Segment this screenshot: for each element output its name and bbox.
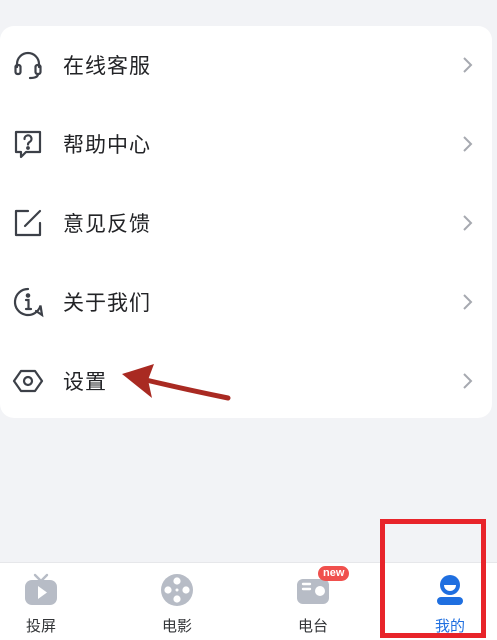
menu-item-label: 帮助中心: [63, 133, 151, 157]
annotation-arrow-icon: [122, 364, 231, 401]
menu-card: 在线客服 帮助中心 意见反馈 关于我们 设置: [0, 26, 492, 418]
radio-icon: new: [294, 566, 350, 609]
tv-cast-icon: [22, 571, 60, 609]
chevron-right-icon: [463, 136, 473, 152]
tab-cast[interactable]: 投屏: [0, 571, 91, 639]
headset-icon: [11, 48, 45, 82]
tab-movie[interactable]: 电影: [127, 571, 227, 639]
menu-item-feedback[interactable]: 意见反馈: [0, 184, 492, 262]
tab-radio[interactable]: new 电台: [263, 566, 363, 639]
tab-label: 电影: [161, 617, 192, 635]
chevron-right-icon: [463, 57, 473, 73]
menu-item-online-service[interactable]: 在线客服: [0, 26, 492, 104]
menu-item-about-us[interactable]: 关于我们: [0, 263, 492, 341]
screen: 在线客服 帮助中心 意见反馈 关于我们 设置 投屏 电影 new 电台 我的: [0, 0, 497, 640]
menu-item-help-center[interactable]: 帮助中心: [0, 105, 492, 183]
menu-item-label: 在线客服: [63, 54, 151, 78]
help-question-icon: [11, 127, 45, 161]
chevron-right-icon: [463, 215, 473, 231]
tab-label: 投屏: [25, 617, 56, 635]
chevron-right-icon: [463, 373, 473, 389]
menu-item-label: 关于我们: [63, 291, 151, 315]
settings-hexagon-icon: [11, 364, 45, 398]
menu-item-label: 设置: [63, 370, 107, 394]
new-badge: new: [318, 566, 350, 581]
tab-label: 电台: [297, 617, 328, 635]
film-reel-icon: [158, 571, 196, 609]
chevron-right-icon: [463, 294, 473, 310]
edit-feedback-icon: [11, 206, 45, 240]
info-icon: [11, 285, 45, 319]
menu-item-settings[interactable]: 设置: [0, 342, 492, 420]
annotation-highlight-box: [380, 519, 486, 638]
menu-item-label: 意见反馈: [63, 212, 151, 236]
